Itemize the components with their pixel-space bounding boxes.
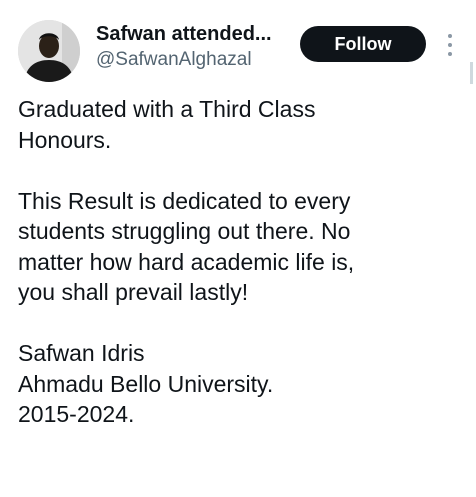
more-vertical-icon[interactable] [442,34,458,60]
tweet-line: students struggling out there. No [18,218,351,244]
profile-photo-icon [18,20,80,82]
tweet-card: Safwan attended... @SafwanAlghazal Follo… [0,0,476,497]
tweet-line: This Result is dedicated to every [18,187,351,214]
tweet-text: Graduated with a Third Class Honours. Th… [18,94,458,430]
tweet-line: Graduated with a Third Class [18,96,316,122]
tweet-line: Safwan Idris [18,340,145,366]
author-display-name[interactable]: Safwan attended... [96,22,286,46]
tweet-line: Ahmadu Bello University. [18,370,274,397]
follow-button[interactable]: Follow [300,26,426,62]
author-handle[interactable]: @SafwanAlghazal [96,48,286,72]
tweet-line: matter how hard academic life is, [18,248,355,275]
tweet-line: you shall prevail lastly! [18,279,249,305]
tweet-line: 2015-2024. [18,401,135,427]
avatar[interactable] [18,20,80,82]
author-info: Safwan attended... @SafwanAlghazal [96,22,286,72]
divider [470,62,473,84]
tweet-line: Honours. [18,126,112,153]
